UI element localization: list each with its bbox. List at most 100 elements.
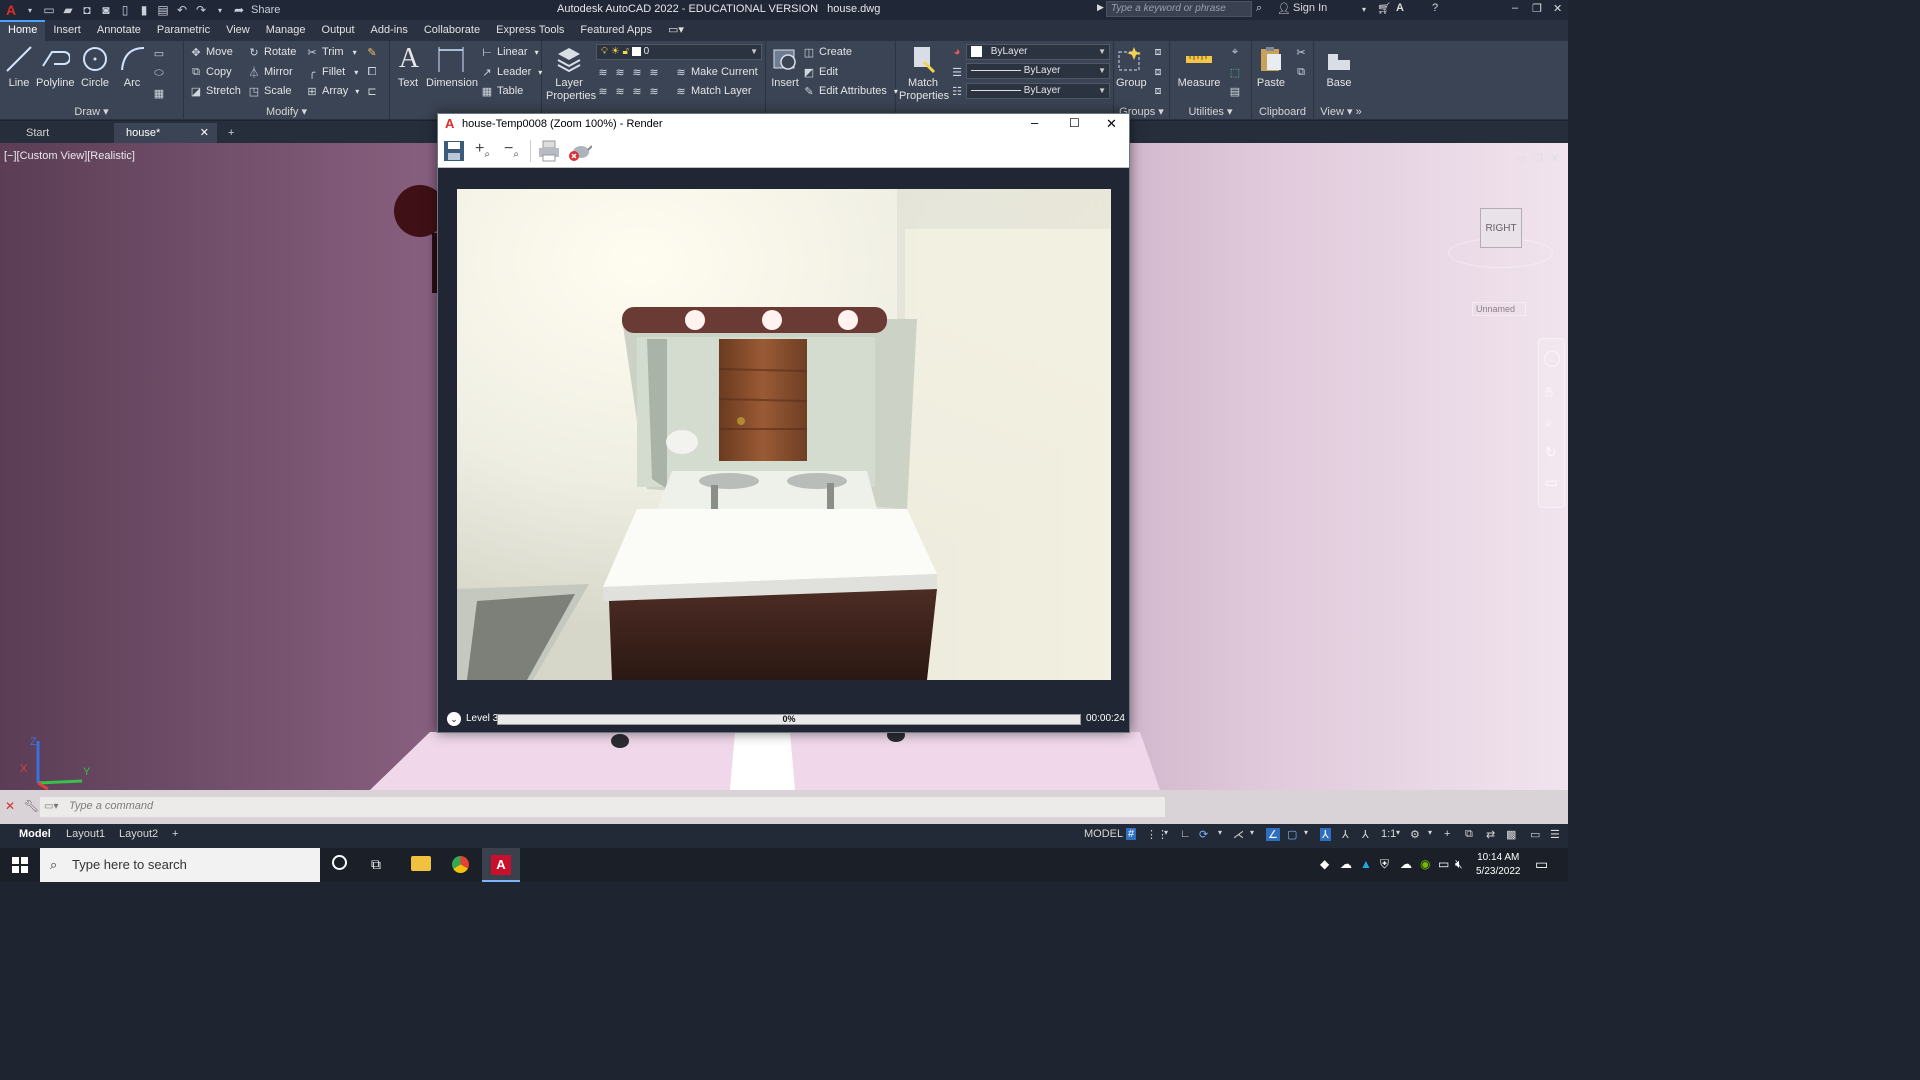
layer-properties-button[interactable]: Layer Properties [546, 44, 596, 103]
open-folder-icon[interactable]: ▰ [61, 3, 75, 17]
steering-wheel-icon[interactable] [1544, 351, 1560, 367]
linetype-dropdown[interactable]: ByLayer ▼ [966, 63, 1110, 79]
autocad-app-icon[interactable]: A [4, 2, 18, 18]
new-file-icon[interactable]: ▭ [42, 3, 56, 17]
vp-restore-icon[interactable]: ❐ [1533, 152, 1543, 165]
lineweight-icon[interactable]: ☷ [950, 84, 964, 98]
mirror-button[interactable]: ⏃ Mirror [247, 65, 293, 79]
copy-button[interactable]: ⧉ Copy [189, 65, 232, 79]
viewcube-face[interactable]: RIGHT [1480, 208, 1522, 248]
polar-tracking-icon[interactable]: ⟳ [1199, 828, 1208, 841]
expand-details-icon[interactable]: ⌄ [447, 712, 461, 726]
base-button[interactable]: Base [1324, 44, 1354, 90]
move-button[interactable]: ✥ Move [189, 45, 233, 59]
tab-house[interactable]: house* ✕ [114, 123, 217, 143]
vp-minimize-icon[interactable]: ▭ [1516, 152, 1526, 165]
app-menu-chevron-icon[interactable]: ▾ [23, 3, 37, 17]
tab-add-ins[interactable]: Add-ins [363, 20, 416, 41]
measure-button[interactable]: Measure [1174, 44, 1224, 90]
annotation-scale-value[interactable]: 1:1 [1381, 828, 1396, 840]
array-button[interactable]: ⊞ Array ▾ [305, 84, 359, 98]
navigation-bar[interactable]: ✋︎ ⌕ ↻ ▭ [1538, 338, 1565, 508]
orbit-icon[interactable]: ↻ [1545, 444, 1557, 461]
edit-block-button[interactable]: ◩ Edit [802, 65, 838, 79]
new-tab-button[interactable]: + [220, 123, 234, 143]
color-wheel-icon[interactable]: ◕ [950, 45, 964, 59]
search-icon[interactable]: ⌕ [1256, 2, 1262, 15]
match-layer-button[interactable]: ≋ Match Layer [674, 84, 751, 98]
explode-button[interactable]: ⧠ [365, 65, 379, 79]
offset-button[interactable]: ⊏ [365, 84, 379, 98]
fillet-button[interactable]: ╭ Fillet ▾ [305, 65, 359, 79]
sign-in-dropdown-icon[interactable]: ▾ [1362, 5, 1366, 14]
close-icon[interactable]: ✕ [1553, 2, 1562, 15]
cancel-render-teapot-icon[interactable] [568, 140, 592, 162]
circle-button[interactable]: Circle [80, 44, 110, 90]
minimize-icon[interactable]: – [1512, 2, 1518, 14]
make-current-button[interactable]: ≋ Make Current [674, 65, 757, 79]
clean-screen-icon[interactable]: ▭ [1530, 828, 1540, 841]
save-as-icon[interactable]: ◙ [99, 3, 113, 17]
workspace-dropdown-icon[interactable]: ▾ [1428, 828, 1432, 837]
layer-tools-row1[interactable]: ≋ ≋ ≋ ≋ [596, 65, 661, 79]
tab-express-tools[interactable]: Express Tools [488, 20, 572, 41]
quick-select-button[interactable]: ⬚ [1228, 65, 1242, 79]
vp-close-icon[interactable]: ✕ [1550, 152, 1559, 165]
volume-mute-tray-icon[interactable]: 🔇︎ [1455, 857, 1463, 872]
command-history-icon[interactable]: ▭▾ [44, 801, 58, 812]
lineweight-dropdown[interactable]: ByLayer ▼ [966, 83, 1110, 99]
security-tray-icon[interactable]: ⛨ [1380, 857, 1389, 872]
taskbar-search-box[interactable]: ⌕ Type here to search [40, 848, 320, 882]
viewcube[interactable]: RIGHT [1448, 198, 1553, 283]
file-explorer-icon[interactable] [411, 856, 431, 871]
id-point-button[interactable]: ⌖ [1228, 45, 1242, 59]
tab-annotate[interactable]: Annotate [89, 20, 149, 41]
object-snap-icon[interactable]: ▢ [1287, 828, 1297, 841]
open-from-web-icon[interactable]: ▯ [118, 3, 132, 17]
tab-start[interactable]: Start [0, 123, 112, 143]
tab-manage[interactable]: Manage [258, 20, 314, 41]
tab-layout1[interactable]: Layout1 [66, 828, 105, 840]
render-minimize-icon[interactable]: – [1031, 115, 1038, 130]
linetype-icon[interactable]: ☰ [950, 65, 964, 79]
tab-collaborate[interactable]: Collaborate [416, 20, 488, 41]
clipboard-panel-title[interactable]: Clipboard [1252, 106, 1313, 118]
snap-dropdown-icon[interactable]: ▾ [1164, 828, 1168, 837]
line-button[interactable]: Line [4, 44, 34, 90]
annotation-monitor-icon[interactable]: + [1444, 828, 1450, 840]
group-button[interactable]: Group [1116, 44, 1147, 90]
command-input[interactable]: Type a command [40, 797, 1165, 817]
rectangle-button[interactable]: ▭ [152, 46, 166, 60]
group-edit-button[interactable]: ⧈ [1151, 65, 1165, 79]
modify-panel-title[interactable]: Modify ▾ [184, 105, 389, 118]
match-properties-button[interactable]: Match Properties [899, 44, 949, 103]
insert-button[interactable]: Insert [770, 44, 800, 90]
isodraft-icon[interactable]: ⋌ [1233, 828, 1244, 841]
array-dropdown-icon[interactable]: ▾ [355, 87, 359, 96]
scale-button[interactable]: ◳ Scale [247, 84, 292, 98]
tab-view[interactable]: View [218, 20, 258, 41]
calculator-button[interactable]: ▤ [1228, 84, 1242, 98]
fillet-dropdown-icon[interactable]: ▾ [354, 68, 358, 77]
autodesk-app-icon[interactable]: A [1396, 2, 1404, 14]
zoom-out-icon[interactable]: −⌕ [504, 140, 519, 160]
table-button[interactable]: ▦ Table [480, 84, 524, 98]
rotate-button[interactable]: ↻ Rotate [247, 45, 296, 59]
save-icon[interactable]: ◘ [80, 3, 94, 17]
windows-start-icon[interactable] [12, 857, 28, 873]
group-select-button[interactable]: ⧈ [1151, 84, 1165, 98]
cut-button[interactable]: ✂ [1294, 45, 1308, 59]
pan-icon[interactable]: ✋︎ [1545, 384, 1553, 401]
stretch-button[interactable]: ◪ Stretch [189, 84, 241, 98]
draw-panel-title[interactable]: Draw ▾ [0, 105, 183, 118]
help-icon[interactable]: ? [1432, 2, 1438, 14]
plot-icon[interactable]: ▤ [156, 3, 170, 17]
sign-in-button[interactable]: Sign In [1293, 2, 1327, 14]
grid-icon[interactable]: # [1126, 828, 1137, 840]
cart-icon[interactable]: 🛒︎ [1377, 2, 1391, 15]
linear-button[interactable]: ⊢ Linear ▾ [480, 45, 538, 59]
utilities-panel-title[interactable]: Utilities ▾ [1170, 105, 1251, 118]
model-space-button[interactable]: MODEL [1084, 828, 1123, 840]
copy-clip-button[interactable]: ⧉ [1294, 65, 1308, 79]
tab-output[interactable]: Output [314, 20, 363, 41]
